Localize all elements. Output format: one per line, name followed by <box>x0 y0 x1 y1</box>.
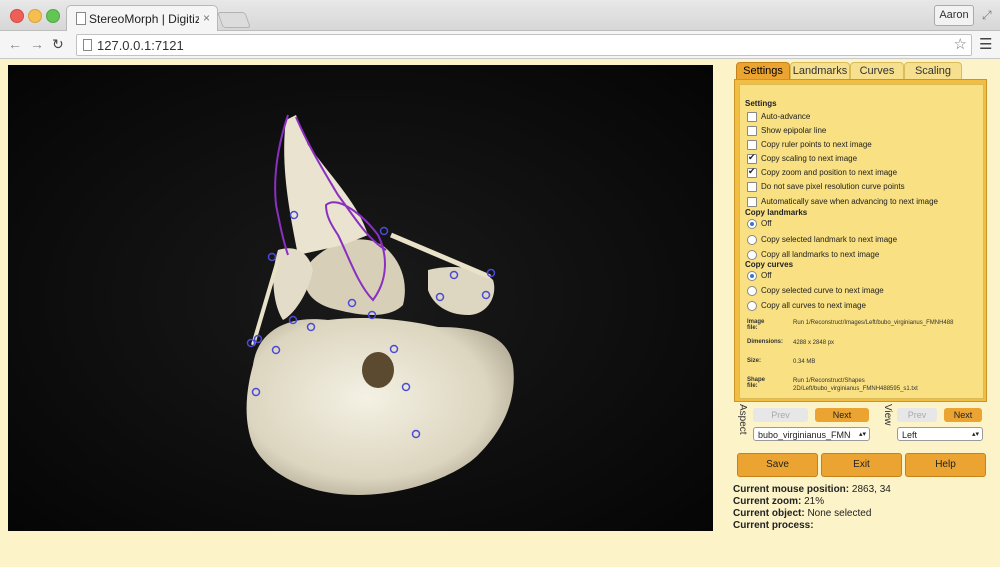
close-window-icon[interactable] <box>10 9 24 23</box>
view-label: View <box>882 404 893 426</box>
checkbox-label: Automatically save when advancing to nex… <box>761 197 938 206</box>
status-value: 2863, 34 <box>851 484 891 495</box>
settings-body: Settings Auto-advance Show epipolar line… <box>734 79 987 402</box>
status-mouse-position: Current mouse position: 2863, 34 <box>733 484 891 495</box>
foramen <box>362 352 394 388</box>
page-icon <box>76 12 86 25</box>
chevron-updown-icon: ▴▾ <box>858 431 866 438</box>
exit-button[interactable]: Exit <box>821 453 902 477</box>
status-label: Current object: <box>733 508 805 519</box>
fullscreen-icon[interactable]: ⤢ <box>982 8 992 23</box>
copy-landmarks-heading: Copy landmarks <box>745 208 808 217</box>
info-value: 4288 x 2848 px <box>793 340 835 346</box>
settings-inner: Settings Auto-advance Show epipolar line… <box>739 84 984 399</box>
aspect-prev-button[interactable]: Prev <box>753 408 808 422</box>
radio-selected-icon[interactable] <box>747 219 757 229</box>
url-text[interactable]: 127.0.0.1:7121 <box>97 38 184 53</box>
info-key: Image file: <box>747 319 765 331</box>
radio-label: Copy all landmarks to next image <box>761 250 880 259</box>
copy-curves-heading: Copy curves <box>745 260 794 269</box>
view-next-button[interactable]: Next <box>944 408 982 422</box>
settings-heading: Settings <box>745 99 777 108</box>
aspect-label: Aspect <box>737 404 748 435</box>
checkbox-icon[interactable] <box>747 197 757 207</box>
page-icon <box>83 39 92 51</box>
chevron-updown-icon: ▴▾ <box>971 431 979 438</box>
info-key: Dimensions: <box>747 339 784 345</box>
status-label: Current mouse position: <box>733 484 850 495</box>
reload-icon[interactable]: ↻ <box>52 36 64 53</box>
arrow-right-icon[interactable]: → <box>30 36 44 52</box>
browser-titlebar: StereoMorph | Digitizing A × Aaron ⤢ <box>0 0 1000 31</box>
user-profile-button[interactable]: Aaron <box>934 5 974 26</box>
minimize-window-icon[interactable] <box>28 9 42 23</box>
radio-label: Copy selected landmark to next image <box>761 235 898 244</box>
radio-icon[interactable] <box>747 235 757 245</box>
tab-curves[interactable]: Curves <box>850 62 904 79</box>
image-viewer[interactable] <box>8 65 713 531</box>
maximize-window-icon[interactable] <box>46 9 60 23</box>
checkbox-label: Copy zoom and position to next image <box>761 168 898 177</box>
browser-tab[interactable]: StereoMorph | Digitizing A × <box>66 5 218 31</box>
aspect-next-button[interactable]: Next <box>815 408 869 422</box>
tab-scaling[interactable]: Scaling <box>904 62 962 79</box>
info-value: 0.34 MB <box>793 359 816 365</box>
checkbox-label: Copy ruler points to next image <box>761 140 872 149</box>
checkbox-icon[interactable] <box>747 182 757 192</box>
tab-title: StereoMorph | Digitizing A <box>89 12 199 26</box>
radio-label: Off <box>761 271 772 280</box>
close-tab-icon[interactable]: × <box>203 11 210 25</box>
checkbox-label: Show epipolar line <box>761 126 827 135</box>
checkbox-icon[interactable] <box>747 140 757 150</box>
radio-selected-icon[interactable] <box>747 271 757 281</box>
star-icon[interactable]: ☆ <box>954 35 967 53</box>
status-value: None selected <box>807 508 872 519</box>
view-select[interactable]: Left ▴▾ <box>897 427 983 441</box>
view-select-value: Left <box>902 430 918 440</box>
info-key: Size: <box>747 358 762 364</box>
checkbox-icon[interactable] <box>747 112 757 122</box>
checkbox-label: Copy scaling to next image <box>761 154 858 163</box>
settings-panel: Settings Landmarks Curves Scaling Settin… <box>734 62 987 402</box>
status-label: Current process: <box>733 520 814 531</box>
tab-landmarks[interactable]: Landmarks <box>790 62 850 79</box>
view-prev-button[interactable]: Prev <box>897 408 937 422</box>
tab-settings[interactable]: Settings <box>736 62 790 79</box>
radio-icon[interactable] <box>747 301 757 311</box>
hamburger-menu-icon[interactable]: ☰ <box>979 35 992 53</box>
info-value: Run 1/Reconstruct/Shapes 2D/Left/bubo_vi… <box>793 378 918 392</box>
status-label: Current zoom: <box>733 496 802 507</box>
info-key: Shape file: <box>747 377 766 389</box>
specimen-image[interactable] <box>8 65 713 531</box>
help-button[interactable]: Help <box>905 453 986 477</box>
checkbox-label: Auto-advance <box>761 112 811 121</box>
save-button[interactable]: Save <box>737 453 818 477</box>
status-zoom: Current zoom: 21% <box>733 496 824 507</box>
radio-label: Copy selected curve to next image <box>761 286 884 295</box>
aspect-select-value: bubo_virginianus_FMN <box>758 430 851 440</box>
arrow-left-icon[interactable]: ← <box>8 36 22 52</box>
checkbox-label: Do not save pixel resolution curve point… <box>761 182 905 191</box>
status-object: Current object: None selected <box>733 508 871 519</box>
info-value: Run 1/Reconstruct/Images/Left/bubo_virgi… <box>793 320 954 326</box>
new-tab-button[interactable] <box>217 12 251 28</box>
radio-label: Copy all curves to next image <box>761 301 866 310</box>
aspect-select[interactable]: bubo_virginianus_FMN ▴▾ <box>753 427 870 441</box>
address-bar[interactable]: 127.0.0.1:7121 ☆ <box>76 34 972 56</box>
checkbox-icon[interactable] <box>747 126 757 136</box>
browser-toolbar: ← → ↻ 127.0.0.1:7121 ☆ ☰ <box>0 31 1000 59</box>
checkbox-checked-icon[interactable] <box>747 152 757 164</box>
status-value: 21% <box>804 496 825 507</box>
status-process: Current process: <box>733 520 814 531</box>
radio-icon[interactable] <box>747 250 757 260</box>
checkbox-checked-icon[interactable] <box>747 166 757 178</box>
radio-icon[interactable] <box>747 286 757 296</box>
radio-label: Off <box>761 219 772 228</box>
